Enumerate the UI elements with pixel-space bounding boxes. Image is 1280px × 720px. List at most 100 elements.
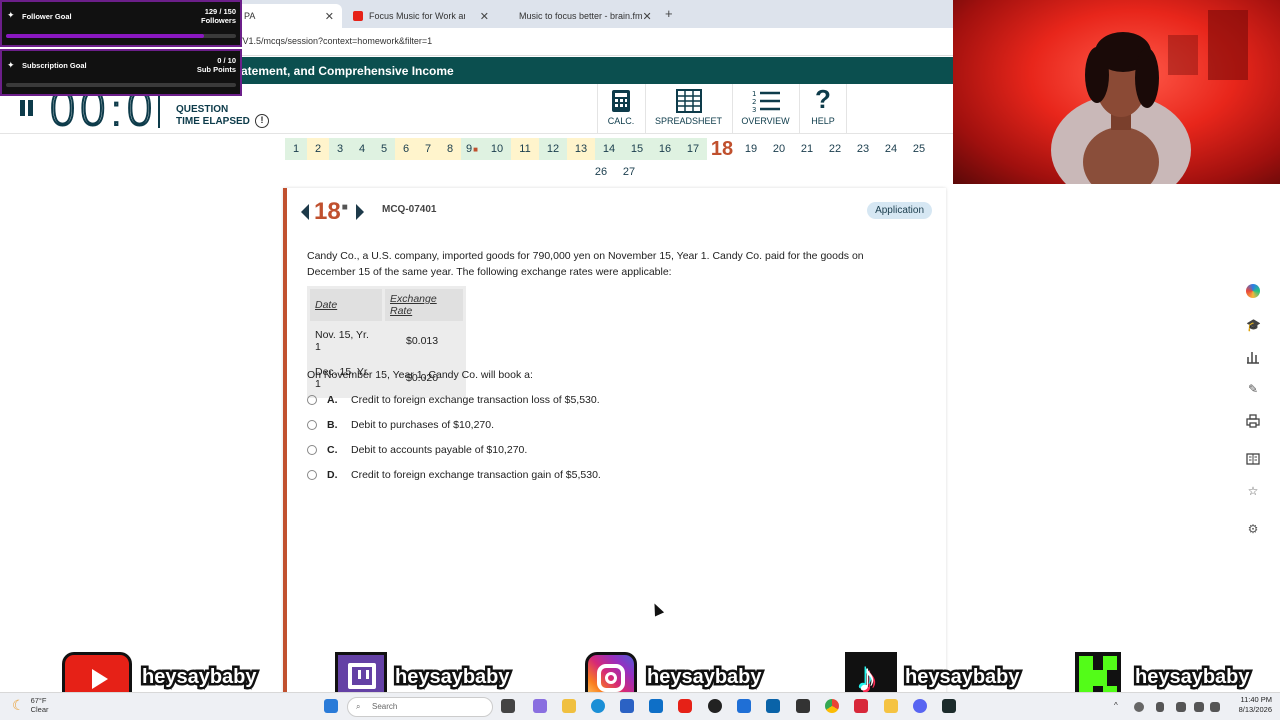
microphone-icon[interactable] — [1156, 702, 1164, 712]
print-icon[interactable] — [1246, 414, 1260, 428]
discord-icon[interactable] — [913, 699, 927, 713]
info-icon[interactable]: ! — [255, 114, 269, 128]
bar-chart-icon[interactable] — [1246, 350, 1260, 364]
next-question-icon[interactable] — [355, 204, 364, 220]
category-badge: Application — [867, 202, 932, 219]
question-number-20[interactable]: 20 — [765, 138, 793, 160]
weather-widget[interactable]: ☾ 67°F Clear — [12, 696, 49, 714]
url-text[interactable]: /V1.5/mcqs/session?context=homework&filt… — [240, 36, 432, 46]
question-number-7[interactable]: 7 — [417, 138, 439, 160]
question-number-9[interactable]: 9■ — [461, 138, 483, 160]
question-number-26[interactable]: 26 — [587, 161, 615, 183]
terminal-icon[interactable] — [942, 699, 956, 713]
settings-icon[interactable]: ⚙ — [1246, 522, 1260, 536]
table-header: Date — [310, 289, 382, 321]
copilot-icon[interactable] — [1246, 284, 1260, 298]
question-number-8[interactable]: 8 — [439, 138, 461, 160]
reader-icon[interactable] — [1246, 452, 1260, 466]
store-icon[interactable] — [620, 699, 634, 713]
file-explorer-icon[interactable] — [562, 699, 576, 713]
pause-button[interactable] — [18, 100, 36, 118]
overview-button[interactable]: 123 OVERVIEW — [732, 84, 798, 134]
question-number-12[interactable]: 12 — [539, 138, 567, 160]
new-tab-icon[interactable]: + — [665, 6, 673, 21]
question-number-22[interactable]: 22 — [821, 138, 849, 160]
tab-label: PA — [244, 11, 256, 21]
question-number-11[interactable]: 11 — [511, 138, 539, 160]
webcam-feed — [953, 0, 1280, 184]
answer-choice-d[interactable]: D. Credit to foreign exchange transactio… — [307, 469, 601, 481]
question-number-27[interactable]: 27 — [615, 161, 643, 183]
graduation-cap-icon[interactable]: 🎓 — [1246, 318, 1261, 332]
copilot-app-icon[interactable] — [533, 699, 547, 713]
question-number-6[interactable]: 6 — [395, 138, 417, 160]
close-icon[interactable]: ✕ — [325, 10, 334, 23]
screen: PA ✕ Focus Music for Work and S ✕ Music … — [0, 0, 1280, 720]
webcam-person-image — [1051, 10, 1248, 184]
answer-choice-b[interactable]: B. Debit to purchases of $10,270. — [307, 419, 494, 431]
question-number-14[interactable]: 14 — [595, 138, 623, 160]
taskbar-search[interactable]: ⌕ Search — [347, 697, 493, 717]
tab-focus-music[interactable]: Focus Music for Work and S ✕ — [345, 4, 497, 28]
app-icon[interactable] — [854, 699, 868, 713]
radio-button[interactable] — [307, 420, 317, 430]
battery-icon[interactable] — [1210, 702, 1220, 712]
edit-icon[interactable]: ✎ — [1246, 382, 1260, 396]
obs-icon[interactable] — [708, 699, 722, 713]
network-icon[interactable] — [1176, 702, 1186, 712]
spreadsheet-button[interactable]: SPREADSHEET — [645, 84, 731, 134]
edge-icon[interactable] — [591, 699, 605, 713]
question-number-19[interactable]: 19 — [737, 138, 765, 160]
question-number-2[interactable]: 2 — [307, 138, 329, 160]
answer-choice-c[interactable]: C. Debit to accounts payable of $10,270. — [307, 444, 527, 456]
question-number-18[interactable]: 18 — [707, 138, 737, 160]
question-number-10[interactable]: 10 — [483, 138, 511, 160]
tab-brainfm[interactable]: Music to focus better - brain.fm ✕ — [505, 4, 659, 28]
radio-button[interactable] — [307, 445, 317, 455]
youtube-app-icon[interactable] — [678, 699, 692, 713]
answer-choice-a[interactable]: A. Credit to foreign exchange transactio… — [307, 394, 600, 406]
question-number-1[interactable]: 1 — [285, 138, 307, 160]
app-icon[interactable] — [737, 699, 751, 713]
question-number-4[interactable]: 4 — [351, 138, 373, 160]
question-number-5[interactable]: 5 — [373, 138, 395, 160]
epic-games-icon[interactable] — [796, 699, 810, 713]
clock[interactable]: 11:40 PM 8/13/2026 — [1239, 695, 1272, 715]
goal-count-unit: Followers — [200, 16, 236, 25]
social-handle: heysaybaby — [393, 664, 512, 691]
question-number-13[interactable]: 13 — [567, 138, 595, 160]
radio-button[interactable] — [307, 470, 317, 480]
help-button[interactable]: ? HELP — [799, 84, 847, 134]
photos-icon[interactable] — [766, 699, 780, 713]
windows-start-icon[interactable] — [324, 699, 338, 713]
notes-icon[interactable] — [884, 699, 898, 713]
question-number-24[interactable]: 24 — [877, 138, 905, 160]
close-icon[interactable]: ✕ — [480, 10, 489, 23]
radio-button[interactable] — [307, 395, 317, 405]
chrome-icon[interactable] — [825, 699, 839, 713]
onedrive-icon[interactable] — [1134, 702, 1144, 712]
star-icon[interactable]: ☆ — [1246, 484, 1260, 498]
mail-icon[interactable] — [649, 699, 663, 713]
question-number-3[interactable]: 3 — [329, 138, 351, 160]
question-number-25[interactable]: 25 — [905, 138, 933, 160]
choice-text: Debit to purchases of $10,270. — [351, 419, 495, 431]
previous-question-icon[interactable] — [301, 204, 309, 220]
overview-label: OVERVIEW — [741, 116, 790, 126]
chevron-up-icon[interactable]: ^ — [1114, 701, 1122, 710]
question-number-21[interactable]: 21 — [793, 138, 821, 160]
question-number-16[interactable]: 16 — [651, 138, 679, 160]
question-number-17[interactable]: 17 — [679, 138, 707, 160]
youtube-favicon-icon — [353, 11, 363, 21]
bookmark-icon[interactable]: ■ — [342, 202, 348, 213]
taskbar: ☾ 67°F Clear ⌕ Search ^ 11:40 PM 8/13/20… — [0, 692, 1280, 720]
question-number-23[interactable]: 23 — [849, 138, 877, 160]
choice-text: Debit to accounts payable of $10,270. — [351, 444, 528, 456]
time-elapsed-label: QUESTION TIME ELAPSED — [176, 104, 250, 128]
close-icon[interactable]: ✕ — [643, 10, 652, 23]
question-number-15[interactable]: 15 — [623, 138, 651, 160]
goal-progress-bar — [6, 34, 236, 38]
task-view-icon[interactable] — [501, 699, 515, 713]
calculator-button[interactable]: CALC. — [597, 84, 644, 134]
volume-icon[interactable] — [1194, 702, 1204, 712]
